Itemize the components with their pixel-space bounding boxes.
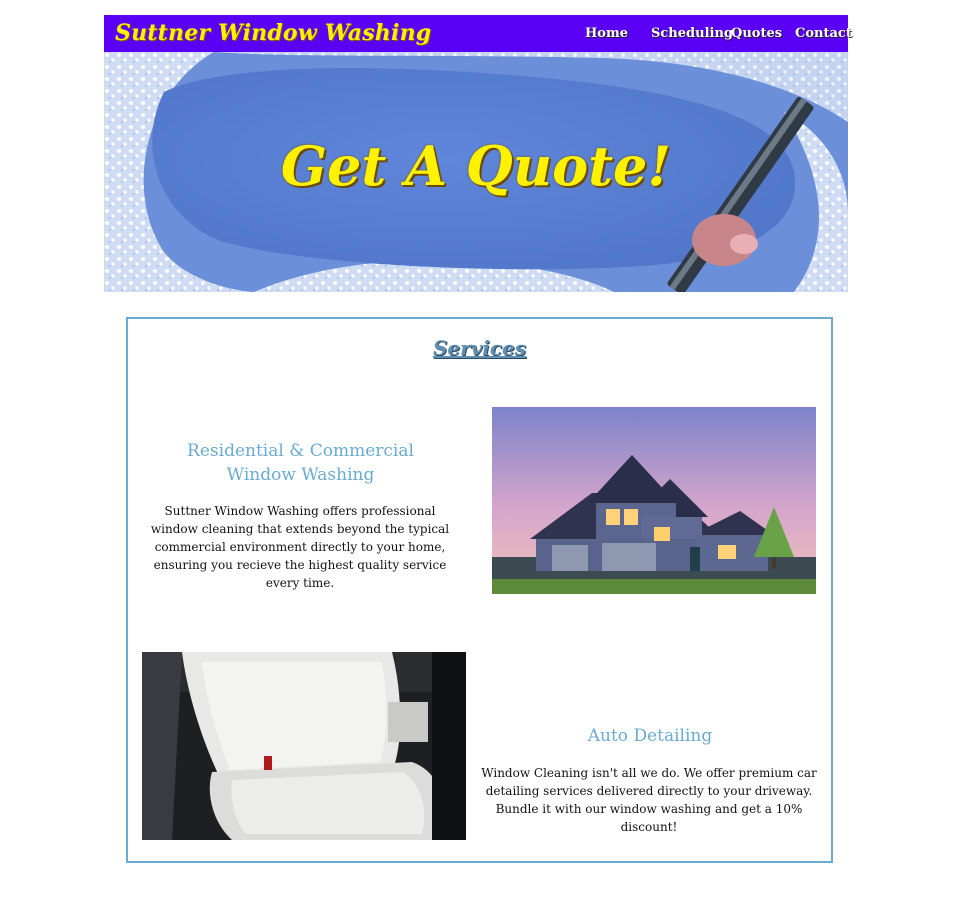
- nav-scheduling[interactable]: Scheduling: [651, 26, 733, 41]
- brand-logo-text[interactable]: Suttner Window Washing: [115, 20, 431, 46]
- hero-banner: Get A Quote!: [104, 52, 848, 292]
- site-header: Suttner Window Washing Home Scheduling Q…: [104, 15, 852, 52]
- house-photo: [492, 407, 816, 594]
- service-text-auto-detailing: Window Cleaning isn't all we do. We offe…: [481, 766, 817, 834]
- services-title: Services: [432, 336, 527, 360]
- service-text-window-washing: Suttner Window Washing offers profession…: [150, 504, 450, 590]
- car-interior-photo: [142, 652, 466, 840]
- nav-quotes[interactable]: Quotes: [731, 26, 782, 41]
- service-heading-auto-detailing: Auto Detailing: [587, 726, 713, 746]
- hero-title: Get A Quote!: [280, 134, 672, 198]
- nav-home[interactable]: Home: [585, 26, 628, 41]
- nav-contact[interactable]: Contact: [795, 26, 852, 41]
- services-section: Services Residential & Commercial Window…: [126, 317, 833, 863]
- service-heading-window-washing: Residential & Commercial Window Washing: [187, 441, 414, 485]
